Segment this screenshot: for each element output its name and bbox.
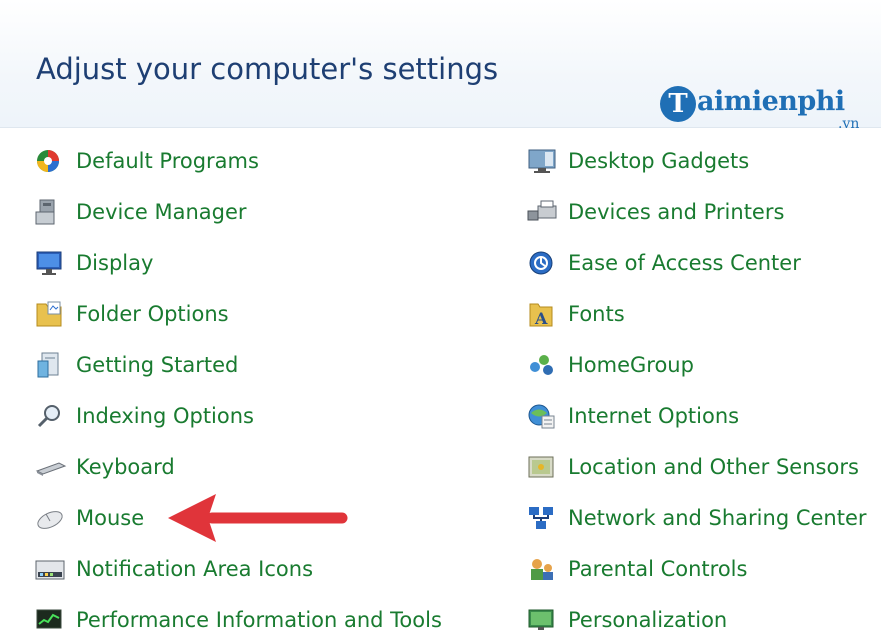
- homegroup-icon: [530, 355, 553, 375]
- item-label: Display: [76, 251, 154, 275]
- item-mouse[interactable]: Mouse: [34, 498, 144, 538]
- watermark-suffix: .vn: [838, 116, 860, 132]
- item-label: Performance Information and Tools: [76, 608, 442, 632]
- parental-controls-icon: [531, 559, 553, 580]
- item-label: Indexing Options: [76, 404, 254, 428]
- item-label: Mouse: [76, 506, 145, 530]
- item-label: Device Manager: [76, 200, 247, 224]
- item-location-sensors[interactable]: Location and Other Sensors: [526, 447, 859, 487]
- item-label: Location and Other Sensors: [568, 455, 859, 479]
- network-sharing-icon: [529, 507, 553, 529]
- item-display[interactable]: Display: [34, 243, 153, 283]
- item-label: Parental Controls: [568, 557, 748, 581]
- notification-area-icon: [35, 560, 65, 580]
- item-internet-options[interactable]: Internet Options: [526, 396, 739, 436]
- desktop-gadgets-icon: [528, 149, 556, 173]
- fonts-icon: A: [529, 303, 553, 328]
- item-label: HomeGroup: [568, 353, 694, 377]
- item-label: Fonts: [568, 302, 625, 326]
- header: Adjust your computer's settings T aimien…: [0, 0, 881, 132]
- indexing-options-icon: [37, 405, 60, 428]
- item-label: Default Programs: [76, 149, 259, 173]
- item-personalization[interactable]: Personalization: [526, 600, 727, 633]
- item-label: Personalization: [568, 608, 728, 632]
- item-homegroup[interactable]: HomeGroup: [526, 345, 694, 385]
- svg-text:A: A: [534, 309, 548, 328]
- item-indexing-options[interactable]: Indexing Options: [34, 396, 254, 436]
- watermark-letter: T: [660, 86, 696, 122]
- watermark-name: aimienphi: [697, 86, 845, 117]
- mouse-icon: [37, 511, 63, 529]
- item-keyboard[interactable]: Keyboard: [34, 447, 175, 487]
- display-icon: [36, 251, 62, 275]
- annotation-arrow-icon: [168, 494, 348, 542]
- item-getting-started[interactable]: Getting Started: [34, 345, 238, 385]
- page-title: Adjust your computer's settings: [36, 52, 499, 86]
- internet-options-icon: [528, 404, 555, 429]
- item-devices-and-printers[interactable]: Devices and Printers: [526, 192, 784, 232]
- watermark-logo: T aimienphi .vn: [660, 84, 875, 132]
- item-label: Keyboard: [76, 455, 175, 479]
- item-ease-of-access[interactable]: Ease of Access Center: [526, 243, 801, 283]
- item-parental-controls[interactable]: Parental Controls: [526, 549, 747, 589]
- item-label: Devices and Printers: [568, 200, 785, 224]
- location-sensors-icon: [528, 456, 554, 478]
- item-notification-area-icons[interactable]: Notification Area Icons: [34, 549, 313, 589]
- personalization-icon: [528, 609, 554, 630]
- default-programs-icon: [37, 150, 59, 172]
- item-performance[interactable]: Performance Information and Tools: [34, 600, 442, 633]
- item-default-programs[interactable]: Default Programs: [34, 141, 259, 181]
- keyboard-icon: [35, 462, 67, 476]
- item-network-sharing[interactable]: Network and Sharing Center: [526, 498, 867, 538]
- item-label: Internet Options: [568, 404, 740, 428]
- item-label: Network and Sharing Center: [568, 506, 867, 530]
- ease-of-access-icon: [529, 251, 553, 275]
- item-desktop-gadgets[interactable]: Desktop Gadgets: [526, 141, 749, 181]
- item-folder-options[interactable]: Folder Options: [34, 294, 229, 334]
- item-fonts[interactable]: A Fonts: [526, 294, 625, 334]
- device-manager-icon: [35, 199, 55, 225]
- item-label: Ease of Access Center: [568, 251, 801, 275]
- item-label: Getting Started: [76, 353, 239, 377]
- performance-icon: [36, 609, 62, 629]
- item-label: Desktop Gadgets: [568, 149, 750, 173]
- getting-started-icon: [37, 352, 59, 378]
- folder-options-icon: [36, 301, 62, 327]
- item-label: Notification Area Icons: [76, 557, 314, 581]
- item-device-manager[interactable]: Device Manager: [34, 192, 247, 232]
- devices-printers-icon: [527, 200, 557, 221]
- item-label: Folder Options: [76, 302, 229, 326]
